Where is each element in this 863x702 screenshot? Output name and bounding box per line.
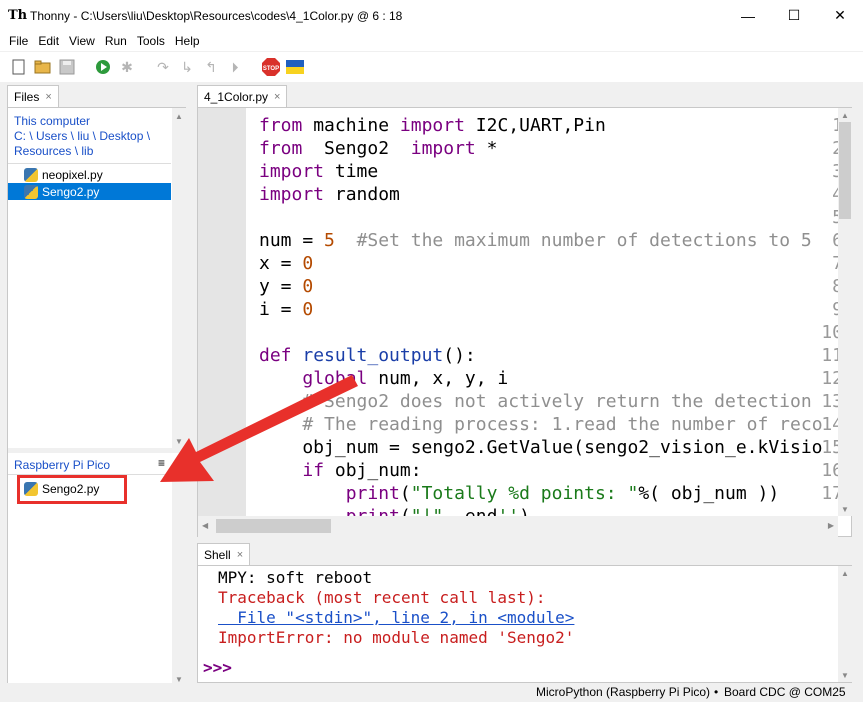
step-over-icon[interactable]: ↷ [152, 56, 174, 78]
code-line: import random [259, 184, 400, 205]
scrollbar-thumb[interactable] [839, 122, 851, 219]
open-file-icon[interactable] [32, 56, 54, 78]
status-separator: • [714, 685, 719, 699]
title-bar: Th Thonny - C:\Users\liu\Desktop\Resourc… [0, 0, 863, 31]
file-item-label: Sengo2.py [42, 184, 100, 199]
status-bar: MicroPython (Raspberry Pi Pico) • Board … [0, 683, 863, 702]
shell-error-line: Traceback (most recent call last): [218, 588, 546, 607]
ukraine-flag-icon[interactable] [284, 56, 306, 78]
python-file-icon [24, 167, 38, 182]
code-line: print("Totally %d points: "%( obj_num )) [345, 483, 780, 504]
python-file-icon [24, 184, 38, 199]
file-item-selected[interactable]: Sengo2.py [8, 183, 171, 200]
code-line: obj_num = sengo2.GetValue(sengo2_vision_… [259, 437, 823, 458]
debug-icon[interactable]: ✱ [116, 56, 138, 78]
menu-bar: File Edit View Run Tools Help [0, 31, 863, 51]
highlight-box [17, 475, 127, 504]
resume-icon[interactable]: ⏵ [224, 56, 246, 78]
toolbar: ✱ ↷ ↳ ↰ ⏵ STOP [0, 52, 863, 82]
tab-editor-file[interactable]: 4_1Color.py × [197, 85, 288, 107]
code-line: import time [259, 161, 379, 182]
shell-panel[interactable]: MPY: soft reboot Traceback (most recent … [197, 565, 852, 683]
code-line: num = 5 #Set the maximum number of detec… [259, 230, 812, 251]
minimize-button[interactable]: — [725, 0, 771, 31]
code-line: global num, x, y, i [302, 368, 509, 389]
step-out-icon[interactable]: ↰ [200, 56, 222, 78]
editor-tab-label: 4_1Color.py [204, 89, 269, 104]
step-into-icon[interactable]: ↳ [176, 56, 198, 78]
code-editor[interactable]: 1 2 3 4 5 6 7 8 9 10 11 12 13 14 15 16 1… [197, 107, 852, 537]
shell-traceback-link[interactable]: File "<stdin>", line 2, in <module> [218, 608, 574, 627]
new-file-icon[interactable] [8, 56, 30, 78]
code-area[interactable]: from machine import I2C,UART,Pin from Se… [198, 108, 838, 516]
files-scrollbar[interactable]: ▲ ▼ [172, 108, 186, 448]
computer-heading: This computer [14, 114, 91, 128]
scrollbar-thumb[interactable] [216, 519, 331, 533]
path-breadcrumb[interactable]: C: \ Users \ liu \ Desktop \ [14, 129, 150, 144]
port-status[interactable]: Board CDC @ COM25 [724, 685, 846, 699]
interpreter-status[interactable]: MicroPython (Raspberry Pi Pico) [536, 685, 710, 699]
code-line: # Sengo2 does not actively return the de… [302, 391, 812, 412]
editor-vertical-scrollbar[interactable]: ▲ ▼ [838, 108, 852, 516]
code-line: x = 0 [259, 253, 314, 274]
close-icon[interactable]: × [237, 549, 243, 561]
file-item-label: neopixel.py [42, 167, 103, 182]
shell-output-line: MPY: soft reboot [218, 568, 373, 587]
stop-icon[interactable]: STOP [260, 56, 282, 78]
maximize-button[interactable]: ☐ [771, 0, 817, 31]
editor-horizontal-scrollbar[interactable]: ◀ ▶ [198, 516, 838, 537]
device-files-scrollbar[interactable]: ▼ [172, 474, 186, 686]
window-title: Thonny - C:\Users\liu\Desktop\Resources\… [30, 8, 403, 23]
code-line: def result_output(): [259, 345, 476, 366]
files-panel: This computer C: \ Users \ liu \ Desktop… [7, 107, 186, 687]
file-item[interactable]: neopixel.py [8, 166, 171, 183]
shell-prompt[interactable]: >>> [203, 658, 232, 677]
shell-scrollbar[interactable]: ▲ ▼ [838, 566, 852, 682]
shell-error-line: ImportError: no module named 'Sengo2' [218, 628, 575, 647]
code-line: from Sengo2 import * [259, 138, 498, 159]
code-line: from machine import I2C,UART,Pin [259, 115, 606, 136]
thonny-logo-icon: Th [8, 7, 28, 23]
code-line: if obj_num: [302, 460, 422, 481]
menu-help[interactable]: Help [170, 31, 205, 51]
tab-files[interactable]: Files × [7, 85, 59, 107]
tab-files-label: Files [14, 89, 40, 104]
code-line: i = 0 [259, 299, 314, 320]
close-icon[interactable]: × [274, 91, 280, 103]
menu-tools[interactable]: Tools [132, 31, 170, 51]
code-line: print("|", end'') [259, 506, 530, 516]
panel-menu-icon[interactable]: ≡ [158, 456, 165, 470]
menu-file[interactable]: File [4, 31, 33, 51]
shell-tab-label: Shell [204, 547, 231, 562]
menu-run[interactable]: Run [100, 31, 132, 51]
menu-edit[interactable]: Edit [33, 31, 64, 51]
menu-view[interactable]: View [64, 31, 100, 51]
run-icon[interactable] [92, 56, 114, 78]
save-file-icon[interactable] [56, 56, 78, 78]
code-line: y = 0 [259, 276, 314, 297]
close-icon[interactable]: × [45, 91, 51, 103]
device-heading: Raspberry Pi Pico [14, 458, 111, 472]
tab-shell[interactable]: Shell × [197, 543, 251, 565]
close-window-button[interactable]: ✕ [817, 0, 863, 31]
code-line: # The reading process: 1.read the number… [302, 414, 823, 435]
stop-label: STOP [263, 66, 279, 72]
path-breadcrumb-2[interactable]: Resources \ lib [14, 144, 150, 159]
